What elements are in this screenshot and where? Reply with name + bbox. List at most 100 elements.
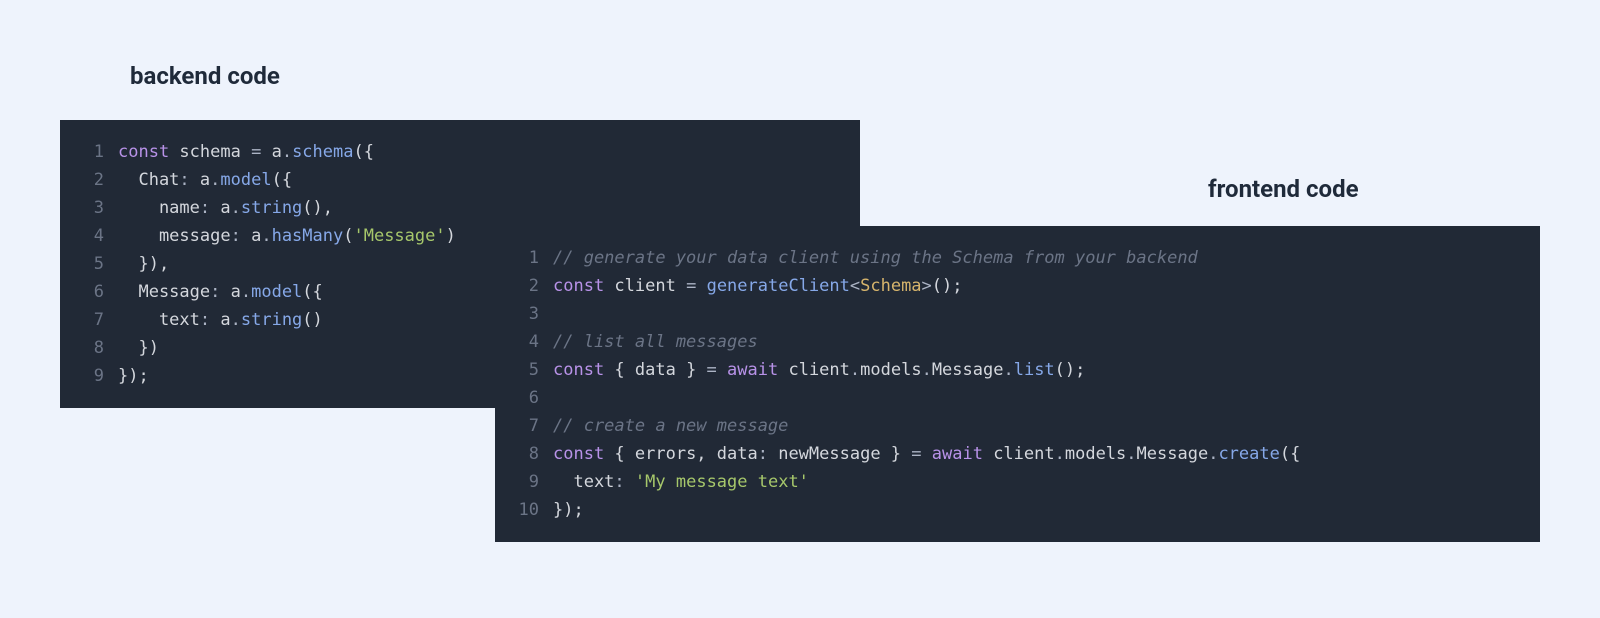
code-line: 9 text: 'My message text' [509, 468, 1522, 496]
code-line: 1const schema = a.schema({ [74, 138, 842, 166]
code-token: model [251, 282, 302, 302]
code-token: . [850, 360, 860, 380]
code-line: 4 // list all messages [509, 328, 1522, 356]
code-token: message [118, 226, 231, 246]
code-token: await [932, 444, 983, 464]
code-token: create [1218, 444, 1279, 464]
line-content: const client = generateClient<Schema>(); [553, 272, 963, 300]
line-content: }); [118, 362, 149, 390]
code-token: const [553, 360, 604, 380]
line-number: 2 [509, 272, 539, 300]
code-token: . [1055, 444, 1065, 464]
heading-frontend-code: frontend code [1208, 175, 1359, 203]
code-token: a [261, 142, 281, 162]
line-content: // generate your data client using the S… [553, 244, 1198, 272]
line-content: }) [118, 334, 159, 362]
line-number: 6 [509, 384, 539, 412]
code-token: a [220, 282, 240, 302]
code-token: = [911, 444, 921, 464]
code-token: model [220, 170, 271, 190]
line-number: 5 [74, 250, 104, 278]
code-token: : [210, 282, 220, 302]
line-content: message: a.hasMany('Message') [118, 222, 456, 250]
code-line: 7// create a new message [509, 412, 1522, 440]
code-token: client [778, 360, 850, 380]
line-content: Chat: a.model({ [118, 166, 292, 194]
code-token: ) [446, 226, 456, 246]
code-token: : [200, 198, 210, 218]
code-token: . [231, 310, 241, 330]
code-token: : [231, 226, 241, 246]
code-token: 'Message' [353, 226, 445, 246]
code-token: const [553, 276, 604, 296]
code-token: newMessage } [768, 444, 911, 464]
line-content: Message: a.model({ [118, 278, 323, 306]
line-number: 9 [74, 362, 104, 390]
code-token: 'My message text' [635, 472, 809, 492]
code-token: . [282, 142, 292, 162]
code-line: 3 [509, 300, 1522, 328]
line-number: 8 [509, 440, 539, 468]
code-token: . [231, 198, 241, 218]
code-line: 8 const { errors, data: newMessage } = aw… [509, 440, 1522, 468]
code-line: 2 Chat: a.model({ [74, 166, 842, 194]
code-token: ({ [353, 142, 373, 162]
code-token: }); [553, 500, 584, 520]
code-line: 1 // generate your data client using the … [509, 244, 1522, 272]
code-token: a [190, 170, 210, 190]
code-token: ({ [272, 170, 292, 190]
code-token: }), [118, 254, 169, 274]
code-token: string [241, 198, 302, 218]
line-content: name: a.string(), [118, 194, 333, 222]
code-token: }); [118, 366, 149, 386]
code-token [717, 360, 727, 380]
heading-backend-code: backend code [130, 62, 280, 90]
code-line: 5const { data } = await client.models.Me… [509, 356, 1522, 384]
code-token: a [241, 226, 261, 246]
code-token: > [922, 276, 932, 296]
code-token: schema [169, 142, 251, 162]
code-token [625, 472, 635, 492]
line-number: 2 [74, 166, 104, 194]
code-token: : [758, 444, 768, 464]
line-number: 4 [509, 328, 539, 356]
line-content: text: a.string() [118, 306, 323, 334]
code-token: (); [1055, 360, 1086, 380]
line-content: const { data } = await client.models.Mes… [553, 356, 1085, 384]
code-token: }) [118, 338, 159, 358]
line-number: 7 [509, 412, 539, 440]
code-token: (); [932, 276, 963, 296]
code-token: // list all messages [553, 332, 758, 352]
code-token: (), [302, 198, 333, 218]
code-token: text [118, 310, 200, 330]
code-token: Message [932, 360, 1004, 380]
code-token: list [1014, 360, 1055, 380]
line-content: // list all messages [553, 328, 758, 356]
line-number: 3 [74, 194, 104, 222]
code-token [922, 444, 932, 464]
code-line: 2 const client = generateClient<Schema>()… [509, 272, 1522, 300]
line-number: 10 [509, 496, 539, 524]
code-token: string [241, 310, 302, 330]
code-token: { data } [604, 360, 706, 380]
code-token: . [1208, 444, 1218, 464]
line-content: }); [553, 496, 584, 524]
code-token: . [210, 170, 220, 190]
line-number: 6 [74, 278, 104, 306]
code-token: const [553, 444, 604, 464]
code-token: const [118, 142, 169, 162]
line-number: 9 [509, 468, 539, 496]
line-number: 1 [509, 244, 539, 272]
line-content: }), [118, 250, 169, 278]
code-token: ({ [302, 282, 322, 302]
code-token: = [251, 142, 261, 162]
code-token: Schema [860, 276, 921, 296]
line-content: const { errors, data: newMessage } = awa… [553, 440, 1300, 468]
code-token: text [553, 472, 614, 492]
line-number: 1 [74, 138, 104, 166]
code-line: 10}); [509, 496, 1522, 524]
code-token: = [686, 276, 696, 296]
code-token: { errors, data [604, 444, 758, 464]
code-token: : [200, 310, 210, 330]
code-block-frontend: 1 // generate your data client using the … [495, 226, 1540, 542]
